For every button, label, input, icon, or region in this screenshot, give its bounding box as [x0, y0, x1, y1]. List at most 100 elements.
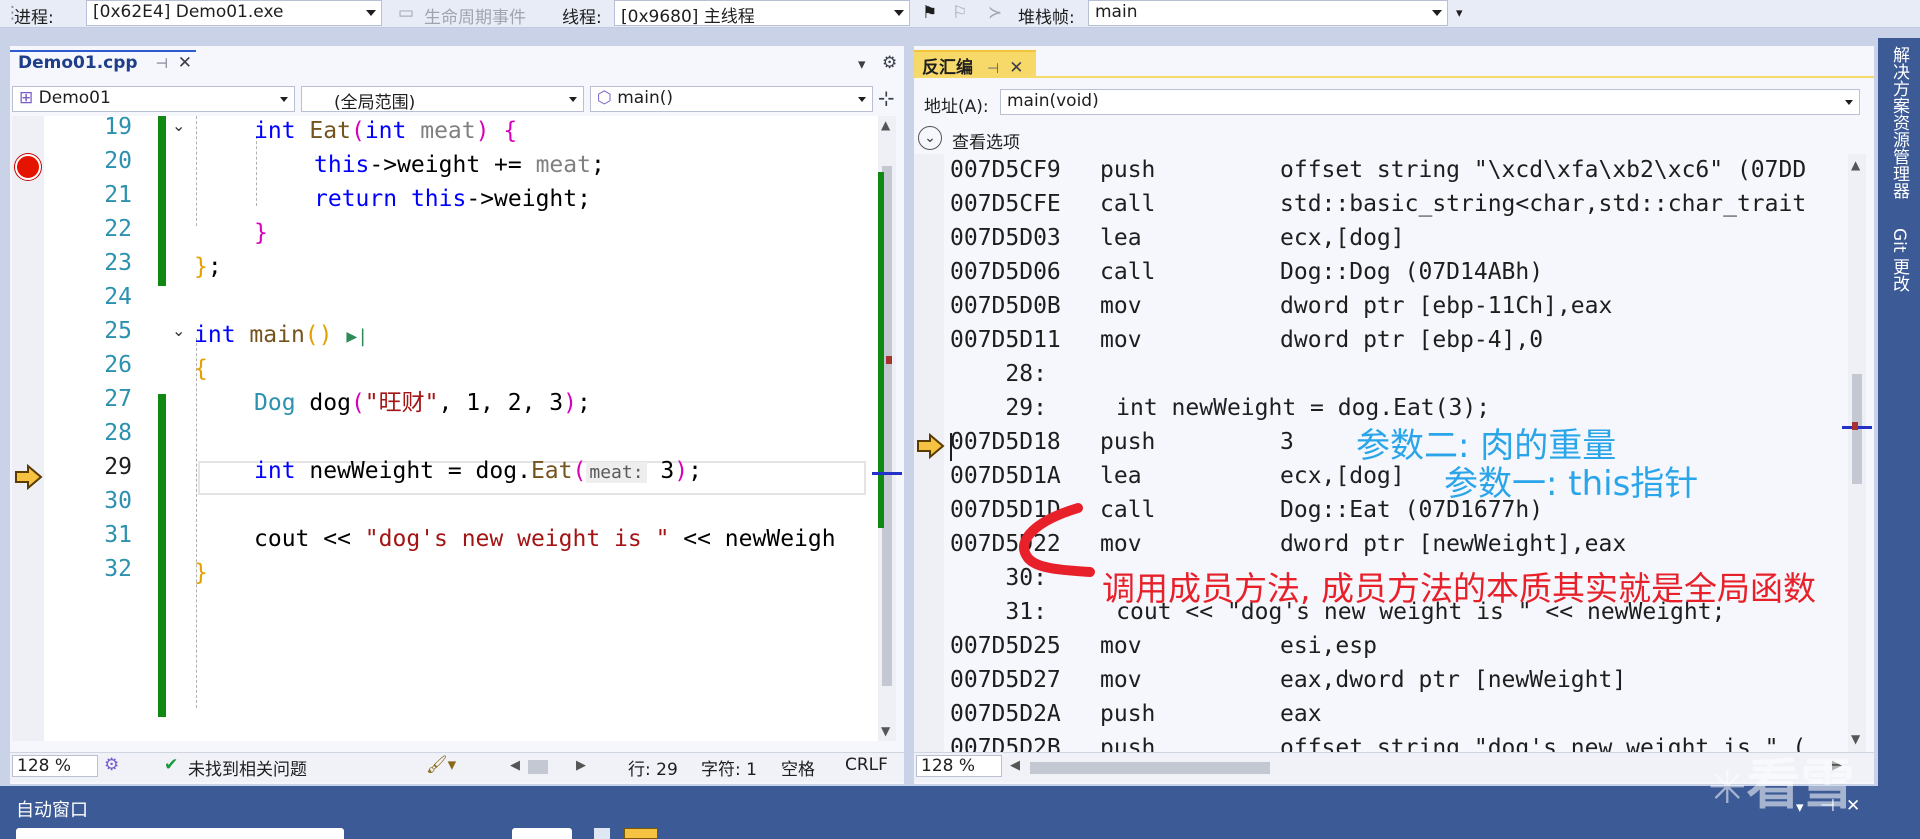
nav-scope-dropdown[interactable]: (全局范围) — [301, 86, 584, 112]
address-input[interactable]: main(void) — [1000, 89, 1860, 115]
scroll-left-icon[interactable]: ◀ — [1010, 758, 1020, 782]
tab-demo01-cpp[interactable]: Demo01.cpp ⊣ ✕ — [10, 50, 196, 76]
auto-window-title[interactable]: 自动窗口 — [16, 796, 88, 822]
split-editor-icon[interactable]: ⊹ — [878, 86, 895, 110]
method-icon: ⬡ — [597, 88, 612, 108]
code-line: Dog dog("旺财", 1, 2, 3); — [254, 390, 591, 416]
tab-disassembly[interactable]: 反汇编 ⊣ ✕ — [914, 50, 1036, 78]
editor-status-bar — [10, 752, 904, 782]
thread-dropdown[interactable]: [0x9680] 主线程 — [614, 0, 910, 26]
disassembly-vertical-scrollbar[interactable]: ▲ ▼ — [1842, 154, 1872, 752]
horizontal-scroll-thumb[interactable] — [528, 760, 548, 774]
stackframe-dropdown[interactable]: main — [1088, 0, 1448, 26]
scroll-breakpoint-mark — [886, 356, 892, 364]
code-line: return this->weight; — [314, 186, 591, 212]
stackframe-toggle-icon[interactable]: ≻ — [988, 3, 1002, 23]
flag-thread-icon[interactable]: ⚑ — [922, 3, 937, 23]
code-cleanup-icon[interactable]: 🖌▾ — [426, 755, 456, 779]
editor-vertical-scrollbar[interactable]: ▲ ▼ — [872, 116, 902, 741]
code-line: int main() ▶| — [194, 322, 369, 348]
address-value: main(void) — [1007, 91, 1099, 111]
lifecycle-events-button[interactable]: 生命周期事件 — [424, 3, 526, 28]
tab-list-icon[interactable]: ▾ — [858, 55, 866, 73]
process-label: 进程: — [14, 8, 54, 28]
chevron-down-icon — [1845, 100, 1853, 105]
annotation-param1: 参数一: this指针 — [1444, 464, 1699, 504]
code-line: }; — [194, 254, 222, 280]
code-line: int Eat(int meat) { — [254, 118, 518, 144]
close-icon[interactable]: ✕ — [178, 53, 192, 73]
gear-icon[interactable]: ⚙ — [882, 53, 897, 73]
scroll-down-icon[interactable]: ▼ — [881, 724, 890, 738]
annotation-bracket-icon — [1019, 503, 1095, 577]
scroll-up-icon[interactable]: ▲ — [881, 118, 890, 132]
editor-zoom-value: 128 % — [12, 755, 98, 777]
pin-icon[interactable]: ⊣ — [156, 56, 168, 72]
auto-window-depth-input[interactable] — [512, 828, 572, 839]
auto-window-toggle-icon[interactable] — [624, 828, 658, 839]
git-changes-tab[interactable]: Git 更改 — [1886, 228, 1912, 292]
scroll-breakpoint-mark — [1852, 422, 1858, 430]
watermark-text: 看雪 — [1746, 753, 1855, 816]
column-position[interactable]: 字符: 1 — [701, 755, 757, 780]
editor-zoom-dropdown[interactable]: 128 % — [12, 755, 98, 779]
chevron-down-icon — [1432, 10, 1442, 16]
code-line: this->weight += meat; — [314, 152, 605, 178]
code-line: } — [254, 220, 268, 246]
issues-status[interactable]: 未找到相关问题 — [188, 755, 307, 780]
solution-explorer-tab[interactable]: 解决方案资源管理器 — [1886, 46, 1912, 199]
scroll-up-icon[interactable]: ▲ — [1851, 158, 1860, 172]
nav-member-dropdown[interactable]: ⬡ main() — [590, 86, 873, 112]
view-options-toggle[interactable]: 查看选项 — [952, 128, 1020, 153]
lifecycle-icon: ▭ — [398, 3, 415, 23]
nav-project-dropdown[interactable]: ⊞ Demo01 — [12, 86, 295, 112]
chevron-down-icon — [894, 10, 904, 16]
intellicode-icon[interactable]: ⚙ — [104, 755, 119, 779]
chevron-down-icon — [280, 97, 288, 102]
chevron-down-icon — [569, 97, 577, 102]
code-line: int newWeight = dog.Eat(meat: 3); — [254, 458, 702, 484]
code-line: cout << "dog's new weight is " << newWei… — [254, 526, 836, 552]
toolbar-overflow-icon[interactable]: ▾ — [1456, 6, 1463, 21]
stackframe-label: 堆栈帧: — [1018, 8, 1075, 28]
pin-icon[interactable]: ⊣ — [987, 61, 999, 77]
close-icon[interactable]: ✕ — [1009, 58, 1023, 78]
watermark-logo: ✳看雪 — [1708, 753, 1855, 816]
stackframe-value: main — [1095, 2, 1138, 22]
nav-project-value: Demo01 — [38, 88, 111, 108]
line-ending[interactable]: CRLF — [845, 755, 888, 779]
line-position[interactable]: 行: 29 — [628, 755, 678, 780]
disassembly-zoom-value: 128 % — [916, 755, 1002, 777]
auto-window-tool-icon[interactable] — [594, 828, 610, 839]
tab-underline — [914, 76, 1874, 78]
horizontal-scroll-thumb[interactable] — [1030, 762, 1270, 774]
tab-title: Demo01.cpp — [18, 53, 138, 73]
chevron-down-icon — [858, 97, 866, 102]
check-circle-icon: ✔ — [164, 755, 179, 775]
nav-member-value: main() — [617, 88, 673, 108]
disassembly-window — [914, 46, 1874, 784]
address-label: 地址(A): — [924, 97, 989, 117]
scroll-caret-mark — [872, 472, 902, 475]
tab-title: 反汇编 — [922, 58, 973, 78]
text-caret — [950, 433, 952, 461]
process-value: [0x62E4] Demo01.exe — [93, 2, 284, 22]
scroll-right-icon[interactable]: ▶ — [576, 758, 586, 782]
code-line: { — [194, 356, 208, 382]
show-threads-icon[interactable]: ⚐ — [952, 3, 967, 23]
process-dropdown[interactable]: [0x62E4] Demo01.exe — [86, 0, 382, 26]
auto-window-search-input[interactable] — [16, 828, 344, 839]
thread-label: 线程: — [562, 8, 602, 28]
scroll-left-icon[interactable]: ◀ — [510, 758, 520, 782]
nav-scope-value: (全局范围) — [334, 93, 416, 112]
annotation-call-note: 调用成员方法, 成员方法的本质其实就是全局函数 — [1102, 569, 1816, 608]
thread-value: [0x9680] 主线程 — [621, 7, 755, 26]
project-icon: ⊞ — [19, 88, 34, 108]
chevron-down-icon — [366, 10, 376, 16]
whitespace-mode[interactable]: 空格 — [781, 755, 815, 780]
debug-toolbar: ⋮ 进程: [0x62E4] Demo01.exe ▭ 生命周期事件 线程: [… — [0, 0, 1920, 28]
source-code: int Eat(int meat) { this->weight += meat… — [12, 116, 870, 741]
expand-chevron-icon[interactable]: ⌄ — [918, 126, 942, 150]
code-line: } — [194, 560, 208, 586]
disassembly-zoom-dropdown[interactable]: 128 % — [916, 755, 1002, 779]
